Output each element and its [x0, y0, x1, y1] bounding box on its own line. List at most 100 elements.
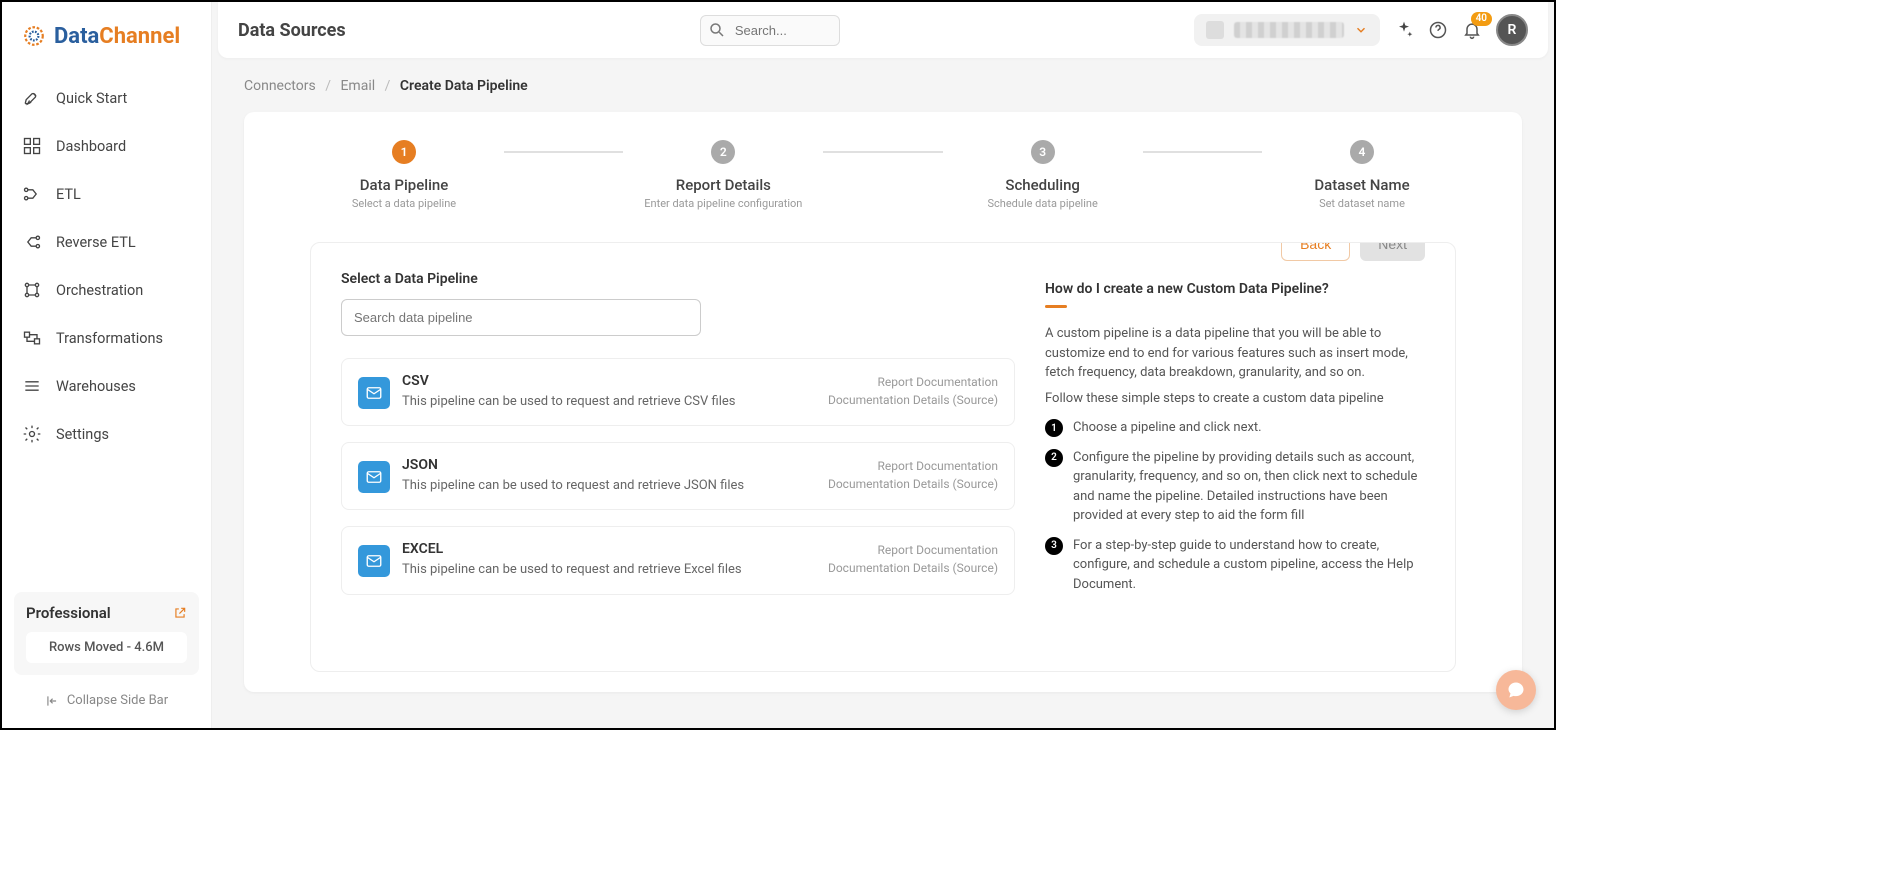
step-title: Data Pipeline [304, 176, 504, 194]
logo: DataChannel [2, 2, 211, 64]
step-bullet: 3 [1045, 537, 1063, 555]
nav-label: Warehouses [56, 378, 136, 395]
logo-text-channel: Channel [99, 24, 180, 49]
help-step-text: For a step-by-step guide to understand h… [1073, 536, 1425, 595]
help-step-text: Choose a pipeline and click next. [1073, 418, 1262, 438]
documentation-details-link[interactable]: Documentation Details (Source) [828, 391, 998, 409]
step-title: Dataset Name [1262, 176, 1462, 194]
nav-warehouses[interactable]: Warehouses [2, 362, 211, 410]
gear-icon [22, 424, 42, 444]
step-line [504, 151, 623, 153]
pipeline-card-excel[interactable]: EXCEL This pipeline can be used to reque… [341, 526, 1015, 594]
nav-dashboard[interactable]: Dashboard [2, 122, 211, 170]
warehouse-icon [22, 376, 42, 396]
nav-reverse-etl[interactable]: Reverse ETL [2, 218, 211, 266]
pipeline-title: CSV [402, 373, 816, 389]
pipeline-desc: This pipeline can be used to request and… [402, 561, 816, 579]
report-documentation-link[interactable]: Report Documentation [828, 541, 998, 559]
sparkle-icon[interactable] [1394, 20, 1414, 40]
email-icon [358, 461, 390, 493]
orchestration-icon [22, 280, 42, 300]
help-step-3: 3 For a step-by-step guide to understand… [1045, 536, 1425, 595]
plan-rows: Rows Moved - 4.6M [26, 632, 187, 663]
nav-label: ETL [56, 186, 81, 203]
sidebar-footer: Professional Rows Moved - 4.6M Collapse … [2, 580, 211, 728]
step-num: 3 [1031, 140, 1055, 164]
help-paragraph-1: A custom pipeline is a data pipeline tha… [1045, 324, 1425, 383]
main: Data Sources 40 [212, 2, 1554, 728]
user-avatar[interactable]: R [1496, 14, 1528, 46]
back-button[interactable]: Back [1281, 242, 1350, 261]
step-line [823, 151, 942, 153]
account-avatar-icon [1206, 21, 1224, 39]
dashboard-icon [22, 136, 42, 156]
account-selector[interactable] [1194, 14, 1380, 46]
nav-etl[interactable]: ETL [2, 170, 211, 218]
nav-label: Settings [56, 426, 109, 443]
pipeline-card-csv[interactable]: CSV This pipeline can be used to request… [341, 358, 1015, 426]
nav-label: Dashboard [56, 138, 126, 155]
step-sub: Set dataset name [1262, 197, 1462, 210]
nav: Quick Start Dashboard ETL Reverse ETL Or… [2, 64, 211, 580]
step-title: Report Details [623, 176, 823, 194]
pipeline-title: EXCEL [402, 541, 816, 557]
step-3[interactable]: 3 Scheduling Schedule data pipeline [943, 140, 1143, 210]
collapse-label: Collapse Side Bar [67, 693, 168, 708]
chevron-down-icon [1354, 23, 1368, 37]
nav-quick-start[interactable]: Quick Start [2, 74, 211, 122]
help-paragraph-2: Follow these simple steps to create a cu… [1045, 389, 1425, 409]
pipeline-list: CSV This pipeline can be used to request… [341, 358, 1015, 595]
external-link-icon[interactable] [173, 606, 187, 620]
breadcrumb-connectors[interactable]: Connectors [244, 78, 316, 94]
pipeline-desc: This pipeline can be used to request and… [402, 477, 816, 495]
nav-transformations[interactable]: Transformations [2, 314, 211, 362]
help-title: How do I create a new Custom Data Pipeli… [1045, 281, 1425, 297]
step-num: 4 [1350, 140, 1374, 164]
etl-icon [22, 184, 42, 204]
plan-name: Professional [26, 604, 111, 622]
documentation-details-link[interactable]: Documentation Details (Source) [828, 559, 998, 577]
step-sub: Enter data pipeline configuration [623, 197, 823, 210]
nav-label: Reverse ETL [56, 234, 136, 251]
rocket-icon [22, 88, 42, 108]
logo-text-data: Data [54, 24, 99, 49]
search-icon [708, 21, 726, 39]
notification-badge: 40 [1471, 12, 1492, 26]
pipeline-card-json[interactable]: JSON This pipeline can be used to reques… [341, 442, 1015, 510]
breadcrumb: Connectors / Email / Create Data Pipelin… [212, 58, 1554, 106]
help-step-2: 2 Configure the pipeline by providing de… [1045, 448, 1425, 526]
content-card: 1 Data Pipeline Select a data pipeline 2… [244, 112, 1522, 692]
breadcrumb-email[interactable]: Email [340, 78, 375, 94]
step-num: 2 [711, 140, 735, 164]
step-line [1143, 151, 1262, 153]
plan-box: Professional Rows Moved - 4.6M [14, 592, 199, 675]
help-step-1: 1 Choose a pipeline and click next. [1045, 418, 1425, 438]
step-2[interactable]: 2 Report Details Enter data pipeline con… [623, 140, 823, 210]
next-button[interactable]: Next [1360, 242, 1425, 261]
step-4[interactable]: 4 Dataset Name Set dataset name [1262, 140, 1462, 210]
help-icon[interactable] [1428, 20, 1448, 40]
step-bullet: 1 [1045, 419, 1063, 437]
nav-label: Orchestration [56, 282, 143, 299]
chat-fab[interactable] [1496, 670, 1536, 710]
collapse-icon [45, 694, 59, 708]
nav-settings[interactable]: Settings [2, 410, 211, 458]
report-documentation-link[interactable]: Report Documentation [828, 373, 998, 391]
notifications-button[interactable]: 40 [1462, 20, 1482, 40]
logo-icon [20, 22, 48, 50]
nav-orchestration[interactable]: Orchestration [2, 266, 211, 314]
help-step-text: Configure the pipeline by providing deta… [1073, 448, 1425, 526]
reverse-etl-icon [22, 232, 42, 252]
documentation-details-link[interactable]: Documentation Details (Source) [828, 475, 998, 493]
step-1[interactable]: 1 Data Pipeline Select a data pipeline [304, 140, 504, 210]
topbar: Data Sources 40 [218, 2, 1548, 58]
pipeline-title: JSON [402, 457, 816, 473]
step-sub: Select a data pipeline [304, 197, 504, 210]
step-title: Scheduling [943, 176, 1143, 194]
pipeline-search-input[interactable] [341, 299, 701, 336]
account-name-blurred [1234, 22, 1344, 38]
chat-icon [1506, 680, 1526, 700]
help-underline [1045, 305, 1067, 308]
report-documentation-link[interactable]: Report Documentation [828, 457, 998, 475]
collapse-sidebar-button[interactable]: Collapse Side Bar [14, 685, 199, 716]
